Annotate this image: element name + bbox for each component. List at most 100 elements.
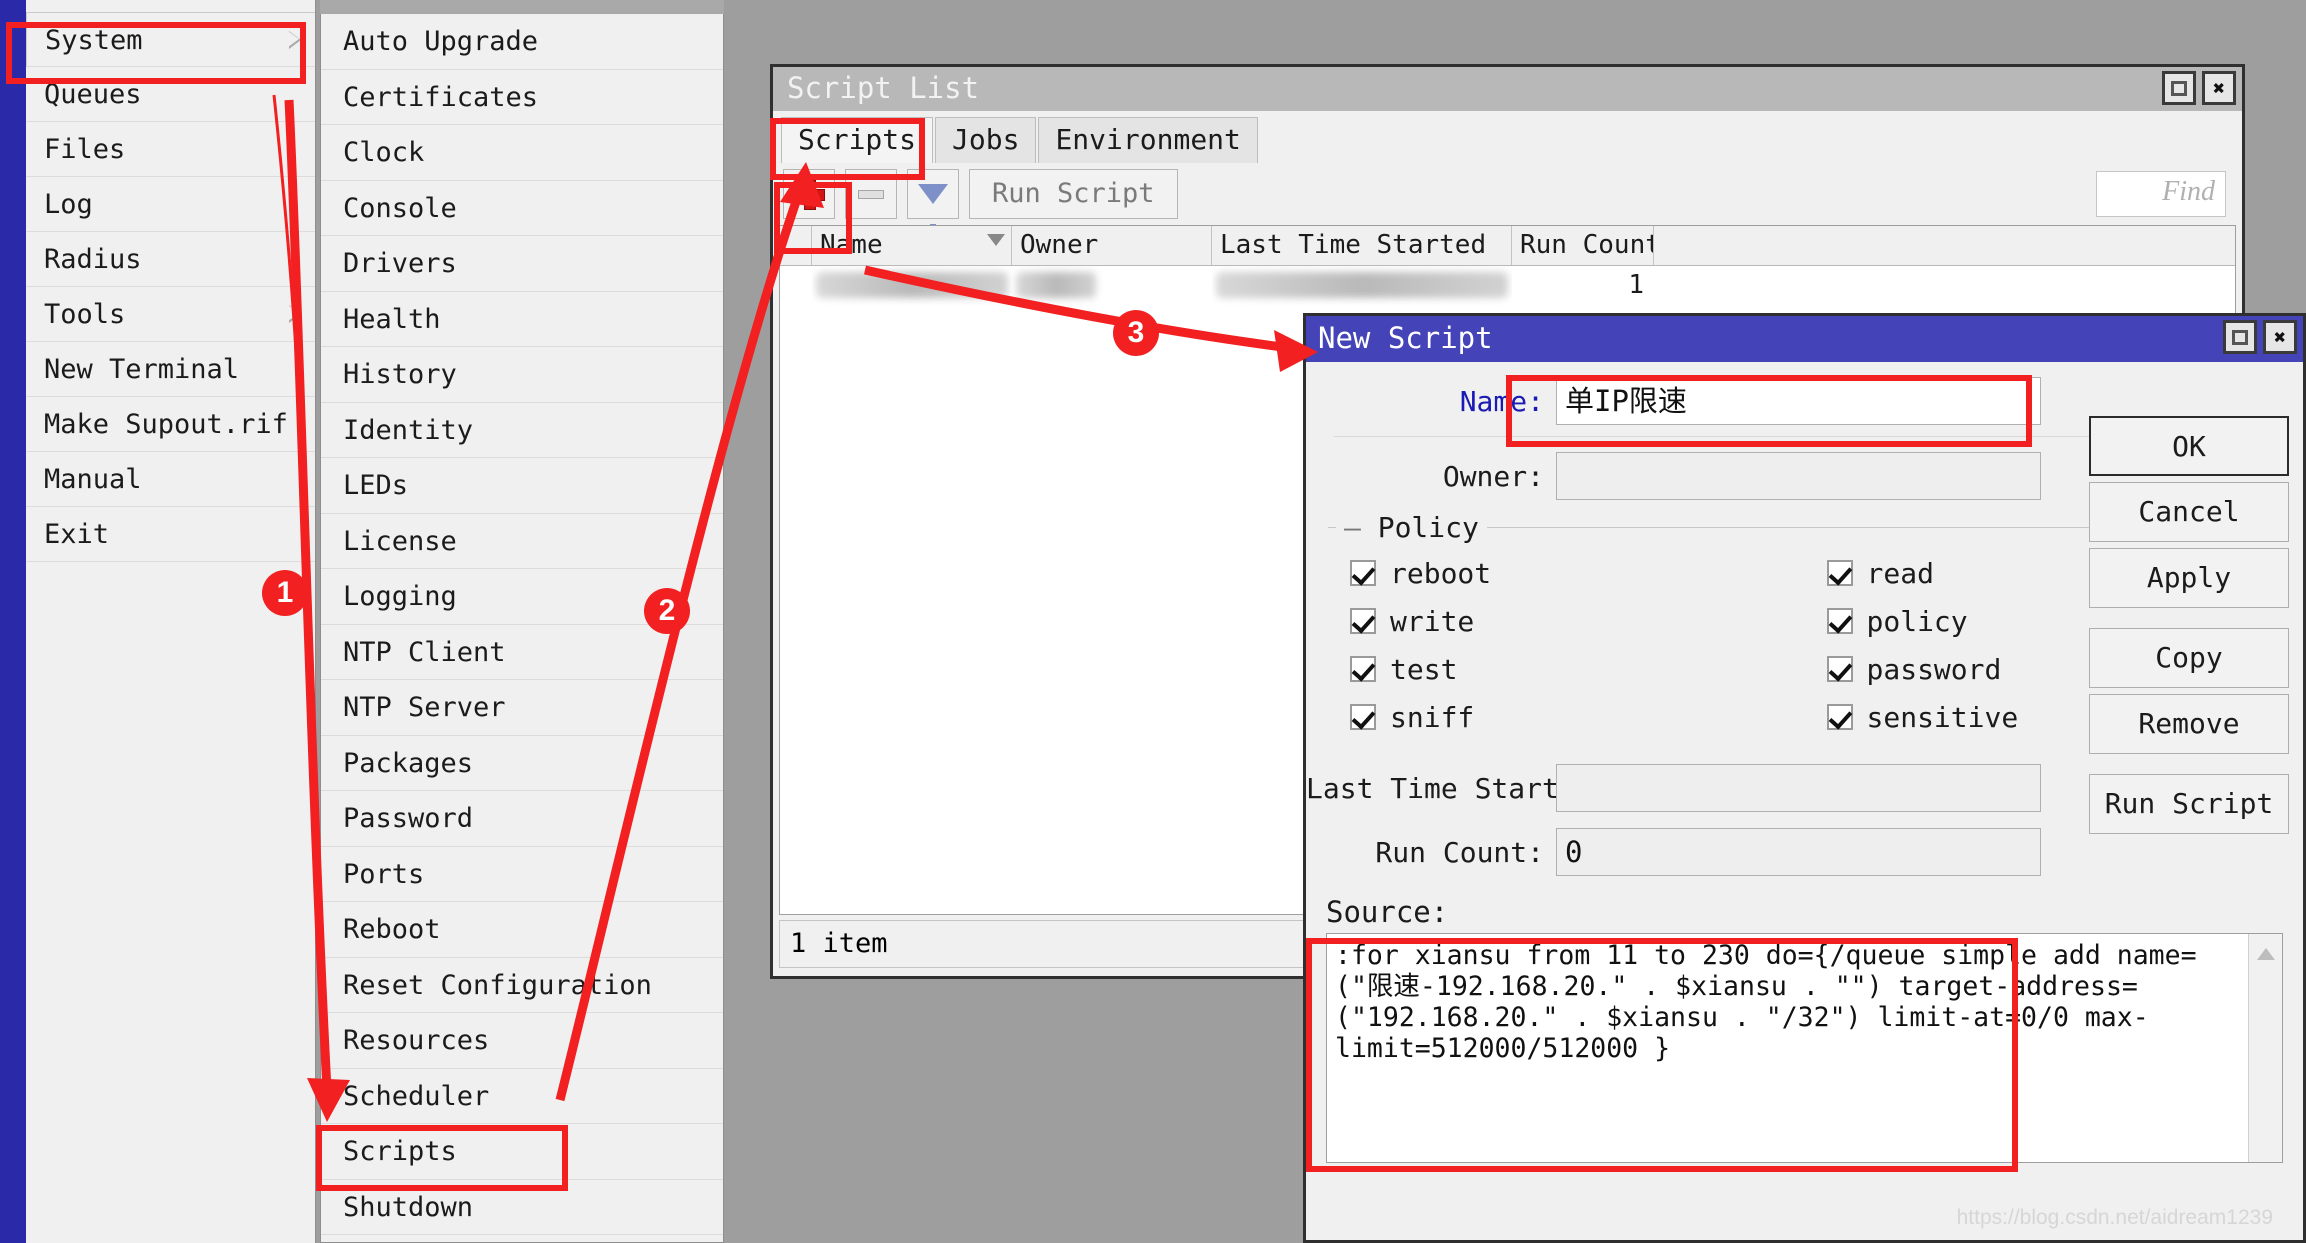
submenu-item-identity[interactable]: Identity xyxy=(321,402,723,458)
submenu-item-logging[interactable]: Logging xyxy=(321,569,723,625)
checkbox-row-write[interactable]: write xyxy=(1328,597,1805,645)
table-row[interactable]: 1 xyxy=(780,266,2235,308)
submenu-item-leds[interactable]: LEDs xyxy=(321,458,723,514)
submenu-item-reboot[interactable]: Reboot xyxy=(321,902,723,958)
redacted-value xyxy=(1016,272,1096,298)
submenu-item-history[interactable]: History xyxy=(321,347,723,403)
checkbox-test-label: test xyxy=(1390,652,1458,686)
column-header-owner[interactable]: Owner xyxy=(1012,226,1212,265)
submenu-top-cap xyxy=(320,0,724,14)
source-scrollbar[interactable] xyxy=(2248,934,2282,1162)
menu-item-manual[interactable]: Manual xyxy=(26,452,315,507)
tab-scripts[interactable]: Scripts xyxy=(781,117,934,163)
last-time-started-input[interactable] xyxy=(1556,764,2041,812)
close-icon[interactable]: ✖ xyxy=(2263,320,2297,354)
checkbox-reboot[interactable] xyxy=(1350,560,1376,586)
menu-item-manual-label: Manual xyxy=(44,464,142,495)
menu-item-exit[interactable]: Exit xyxy=(26,507,315,562)
checkbox-sniff[interactable] xyxy=(1350,704,1376,730)
checkbox-test[interactable] xyxy=(1350,656,1376,682)
checkbox-sensitive[interactable] xyxy=(1826,704,1853,730)
submenu-item-ports[interactable]: Ports xyxy=(321,846,723,902)
new-script-button-column: OK Cancel Apply Copy Remove Run Script xyxy=(2089,416,2289,840)
checkbox-row-reboot[interactable]: reboot xyxy=(1328,549,1805,597)
submenu-item-auto-upgrade[interactable]: Auto Upgrade xyxy=(321,14,723,70)
submenu-item-health-label: Health xyxy=(343,303,441,335)
menu-item-queues[interactable]: Queues xyxy=(26,67,315,122)
close-icon[interactable]: ✖ xyxy=(2202,71,2236,105)
submenu-item-logging-label: Logging xyxy=(343,581,457,612)
submenu-item-scheduler[interactable]: Scheduler xyxy=(321,1068,723,1124)
run-script-toolbar-button[interactable]: Run Script xyxy=(969,169,1178,219)
main-menu-panel: Routing System Queues Files Log Radius T… xyxy=(26,0,316,1243)
menu-item-system[interactable]: System xyxy=(26,12,315,67)
submenu-item-resources[interactable]: Resources xyxy=(321,1013,723,1069)
cancel-button[interactable]: Cancel xyxy=(2089,482,2289,542)
checkbox-write[interactable] xyxy=(1350,608,1376,634)
menu-item-log[interactable]: Log xyxy=(26,177,315,232)
checkbox-password[interactable] xyxy=(1826,656,1853,682)
submenu-item-history-label: History xyxy=(343,359,457,390)
run-script-button[interactable]: Run Script xyxy=(2089,774,2289,834)
source-textarea[interactable]: :for xiansu from 11 to 230 do={/queue si… xyxy=(1326,933,2283,1163)
menu-item-log-label: Log xyxy=(44,189,93,220)
remove-script-button[interactable] xyxy=(845,169,897,219)
submenu-item-packages-label: Packages xyxy=(343,747,474,779)
plus-icon xyxy=(795,180,825,210)
submenu-item-ports-label: Ports xyxy=(343,858,425,890)
row-cell-extra xyxy=(1654,266,2235,308)
column-header-run-count[interactable]: Run Count xyxy=(1512,226,1654,265)
submenu-item-drivers[interactable]: Drivers xyxy=(321,236,723,292)
submenu-item-reset-configuration[interactable]: Reset Configuration xyxy=(321,957,723,1013)
script-list-window-buttons: ✖ xyxy=(2162,71,2236,105)
tab-environment[interactable]: Environment xyxy=(1038,117,1258,163)
submenu-item-health[interactable]: Health xyxy=(321,291,723,347)
menu-item-new-terminal[interactable]: New Terminal xyxy=(26,342,315,397)
apply-button[interactable]: Apply xyxy=(2089,548,2289,608)
menu-item-tools[interactable]: Tools xyxy=(26,287,315,342)
submenu-item-ntp-server[interactable]: NTP Server xyxy=(321,680,723,736)
checkbox-row-test[interactable]: test xyxy=(1328,645,1805,693)
submenu-item-identity-label: Identity xyxy=(343,414,474,446)
filter-button[interactable] xyxy=(907,169,959,238)
ok-button[interactable]: OK xyxy=(2089,416,2289,476)
submenu-item-ntp-client[interactable]: NTP Client xyxy=(321,624,723,680)
add-script-button[interactable] xyxy=(783,169,835,219)
copy-button[interactable]: Copy xyxy=(2089,628,2289,688)
table-header-row: Name Owner Last Time Started Run Count xyxy=(780,226,2235,266)
run-count-input[interactable]: 0 xyxy=(1556,828,2041,876)
submenu-item-certificates[interactable]: Certificates xyxy=(321,69,723,125)
submenu-item-console[interactable]: Console xyxy=(321,180,723,236)
submenu-item-password[interactable]: Password xyxy=(321,791,723,847)
column-header-name[interactable]: Name xyxy=(812,226,1012,265)
submenu-item-shutdown[interactable]: Shutdown xyxy=(321,1179,723,1235)
menu-item-new-terminal-label: New Terminal xyxy=(44,354,240,385)
submenu-item-scripts[interactable]: Scripts xyxy=(321,1124,723,1180)
menu-item-files[interactable]: Files xyxy=(26,122,315,177)
chevron-up-icon[interactable] xyxy=(2257,948,2275,960)
owner-input[interactable] xyxy=(1556,452,2041,500)
tab-jobs[interactable]: Jobs xyxy=(935,117,1037,163)
name-input[interactable]: 单IP限速 xyxy=(1556,377,2041,425)
checkbox-row-sniff[interactable]: sniff xyxy=(1328,693,1805,741)
script-list-tabs: Scripts Jobs Environment xyxy=(773,111,2242,163)
checkbox-policy[interactable] xyxy=(1826,608,1853,634)
menu-item-radius[interactable]: Radius xyxy=(26,232,315,287)
new-script-body: Name: 单IP限速 Owner: – Policy reboot write… xyxy=(1306,362,2303,1163)
maximize-icon[interactable] xyxy=(2162,71,2196,105)
column-header-last-time-started[interactable]: Last Time Started xyxy=(1212,226,1512,265)
submenu-item-packages[interactable]: Packages xyxy=(321,735,723,791)
checkbox-read[interactable] xyxy=(1826,560,1853,586)
left-blue-rail: CSDN xyxy=(0,0,26,1243)
find-input[interactable]: Find xyxy=(2096,171,2226,217)
checkbox-password-label: password xyxy=(1866,652,2002,686)
source-label: Source: xyxy=(1326,895,1449,929)
submenu-item-clock[interactable]: Clock xyxy=(321,125,723,181)
menu-item-system-label: System xyxy=(45,25,143,56)
menu-item-make-supout[interactable]: Make Supout.rif xyxy=(26,397,315,452)
submenu-item-license[interactable]: License xyxy=(321,513,723,569)
remove-button[interactable]: Remove xyxy=(2089,694,2289,754)
checkbox-read-label: read xyxy=(1866,556,1934,590)
menu-item-routing-partial[interactable]: Routing xyxy=(26,0,315,12)
maximize-icon[interactable] xyxy=(2223,320,2257,354)
